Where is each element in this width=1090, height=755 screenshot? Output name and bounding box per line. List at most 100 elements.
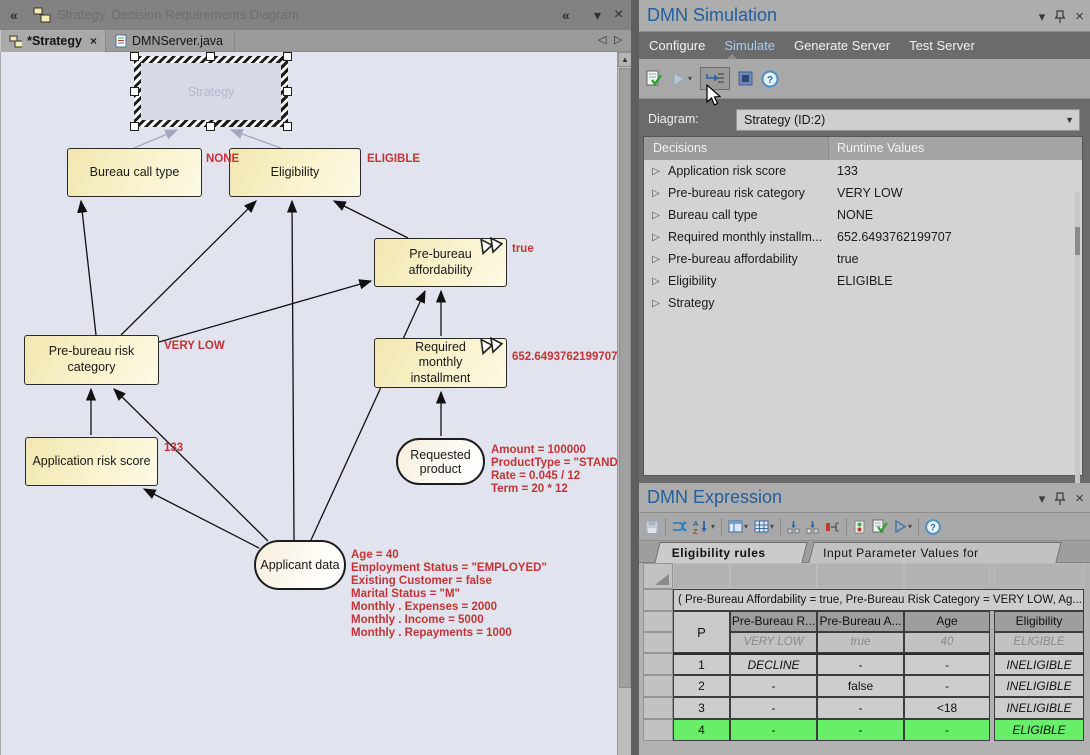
rule-input-cell[interactable]: - (817, 653, 904, 675)
table-row[interactable]: ▷Required monthly installm...652.6493762… (644, 226, 1082, 248)
tab-generate-server[interactable]: Generate Server (794, 38, 890, 53)
rule-input-cell[interactable]: DECLINE (730, 653, 817, 675)
window-menu-icon[interactable]: ▾ (594, 0, 601, 30)
tab-test-server[interactable]: Test Server (909, 38, 975, 53)
rule-output-cell[interactable]: INELIGIBLE (994, 675, 1084, 697)
row-header[interactable] (643, 589, 673, 611)
row-header[interactable] (643, 632, 673, 653)
pin-icon[interactable] (1055, 492, 1065, 505)
collapse-right-icon[interactable]: « (562, 0, 570, 30)
resize-handle[interactable] (206, 122, 215, 131)
tab-dmnserver[interactable]: DMNServer.java (107, 30, 235, 52)
row-header[interactable] (643, 719, 673, 741)
merge-cells-icon[interactable] (825, 521, 840, 533)
resize-handle[interactable] (283, 87, 292, 96)
expander-icon[interactable]: ▷ (644, 232, 668, 243)
expander-icon[interactable]: ▷ (644, 210, 668, 221)
decisions-scrollbar[interactable] (1075, 192, 1080, 502)
resize-handle[interactable] (206, 52, 215, 61)
select-all-corner[interactable] (643, 563, 673, 589)
rule-output-cell[interactable]: INELIGIBLE (994, 653, 1084, 675)
validate-icon[interactable] (645, 70, 663, 88)
table-row[interactable]: ▷Bureau call typeNONE (644, 204, 1082, 226)
rule-input-cell-matched[interactable]: - (730, 719, 817, 741)
table-row[interactable]: ▷EligibilityELIGIBLE (644, 270, 1082, 292)
rule-number-cell-matched[interactable]: 4 (673, 719, 730, 741)
canvas-vertical-scrollbar[interactable]: ▲ (617, 52, 631, 755)
scrollbar-thumb[interactable] (619, 68, 631, 688)
rule-number-cell[interactable]: 1 (673, 653, 730, 675)
tab-eligibility-rules[interactable]: Eligibility rules (654, 542, 807, 563)
column-runtime-values[interactable]: Runtime Values (829, 137, 1082, 160)
tab-scroll-right-icon[interactable]: ▷ (614, 33, 622, 46)
collapse-left-icon[interactable]: « (10, 0, 18, 30)
rule-input-cell[interactable]: - (904, 653, 990, 675)
table-layout-icon[interactable]: ▾ (728, 520, 748, 533)
rule-number-cell[interactable]: 3 (673, 697, 730, 719)
node-bureau-call-type[interactable]: Bureau call type (67, 148, 202, 197)
run-simulation-icon[interactable]: ▾ (671, 71, 692, 87)
node-application-risk-score[interactable]: Application risk score (25, 437, 158, 486)
expander-icon[interactable]: ▷ (644, 188, 668, 199)
rule-output-cell[interactable]: INELIGIBLE (994, 697, 1084, 719)
resize-handle[interactable] (283, 52, 292, 61)
rule-input-cell[interactable]: - (730, 697, 817, 719)
column-header[interactable]: Age (904, 611, 990, 632)
panel-menu-icon[interactable]: ▾ (1039, 9, 1046, 25)
node-pre-bureau-risk-category[interactable]: Pre-bureau risk category (24, 335, 159, 385)
rule-input-cell-matched[interactable]: - (817, 719, 904, 741)
tab-simulate[interactable]: Simulate (724, 38, 775, 53)
rule-input-cell[interactable]: - (904, 675, 990, 697)
row-header[interactable] (643, 675, 673, 697)
table-row[interactable]: ▷Strategy (644, 292, 1082, 314)
rule-input-cell-matched[interactable]: - (904, 719, 990, 741)
run-expression-icon[interactable]: ▾ (894, 520, 912, 533)
table-row[interactable]: ▷Application risk score133 (644, 160, 1082, 182)
resize-handle[interactable] (283, 122, 292, 131)
row-header[interactable] (643, 653, 673, 675)
hit-policy-cell[interactable]: P (673, 611, 730, 653)
toggle-io-icon[interactable] (853, 520, 866, 534)
insert-row-above-icon[interactable] (787, 520, 800, 534)
row-header[interactable] (643, 697, 673, 719)
rule-input-cell[interactable]: <18 (904, 697, 990, 719)
row-header[interactable] (643, 611, 673, 632)
save-icon[interactable] (645, 520, 659, 534)
rule-input-cell[interactable]: false (817, 675, 904, 697)
table-row[interactable]: ▷Pre-bureau risk categoryVERY LOW (644, 182, 1082, 204)
diagram-canvas[interactable]: Strategy Bureau call type Eligibility Pr… (0, 52, 617, 755)
help-icon[interactable]: ? (925, 519, 941, 535)
column-header[interactable]: Pre-Bureau A... (817, 611, 904, 632)
validate-icon[interactable] (872, 519, 888, 534)
panel-menu-icon[interactable]: ▾ (1039, 491, 1046, 507)
rule-output-cell-matched[interactable]: ELIGIBLE (994, 719, 1084, 741)
stop-icon[interactable] (738, 71, 753, 86)
diagram-select[interactable]: Strategy (ID:2) ▼ (736, 109, 1080, 131)
column-header[interactable]: Pre-Bureau R... (730, 611, 817, 632)
node-requested-product[interactable]: Requested product (396, 438, 485, 485)
node-eligibility[interactable]: Eligibility (229, 148, 361, 197)
tab-close-icon[interactable]: × (90, 34, 97, 48)
pin-icon[interactable] (1055, 10, 1065, 23)
column-header[interactable]: Eligibility (994, 611, 1084, 632)
node-applicant-data[interactable]: Applicant data (254, 540, 346, 590)
help-icon[interactable]: ? (761, 70, 779, 88)
insert-row-below-icon[interactable] (806, 520, 819, 534)
expander-icon[interactable]: ▷ (644, 254, 668, 265)
table-row[interactable]: ▷Pre-bureau affordabilitytrue (644, 248, 1082, 270)
panel-close-icon[interactable]: × (1075, 8, 1084, 25)
node-strategy-selected[interactable]: Strategy (134, 56, 288, 127)
tab-input-parameter-values[interactable]: Input Parameter Values for Simulation (808, 542, 1061, 563)
scroll-up-icon[interactable]: ▲ (618, 52, 632, 67)
invocation-parameters-header[interactable]: ( Pre-Bureau Affordability = true, Pre-B… (673, 589, 1084, 611)
tab-configure[interactable]: Configure (649, 38, 705, 53)
expander-icon[interactable]: ▷ (644, 298, 668, 309)
expander-icon[interactable]: ▷ (644, 276, 668, 287)
tab-scroll-left-icon[interactable]: ◁ (598, 33, 606, 46)
resize-handle[interactable] (130, 87, 139, 96)
expander-icon[interactable]: ▷ (644, 166, 668, 177)
switch-io-icon[interactable] (672, 520, 687, 533)
window-close-icon[interactable]: × (614, 0, 623, 30)
sort-icon[interactable]: AZ▾ (693, 519, 715, 534)
resize-handle[interactable] (130, 52, 139, 61)
